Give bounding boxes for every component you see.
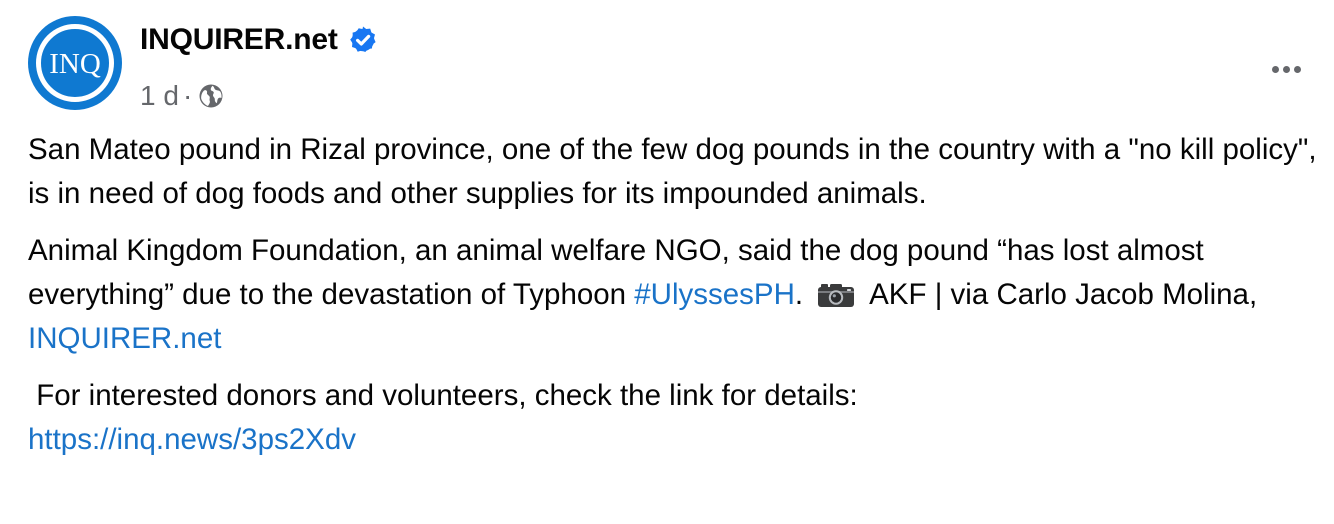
paragraph-2-period: . [794,278,804,311]
post-paragraph-2: Animal Kingdom Foundation, an animal wel… [28,229,1318,361]
post-paragraph-1: San Mateo pound in Rizal province, one o… [28,133,1317,210]
hashtag-link[interactable]: #UlyssesPH [634,278,795,311]
globe-icon[interactable] [198,83,224,109]
verified-badge-icon [348,25,378,55]
page-name[interactable]: INQUIRER.net [140,23,338,57]
more-options-button[interactable] [1266,54,1306,84]
meta-separator: · [182,80,193,111]
photo-credit-text: AKF | via Carlo Jacob Molina, [869,278,1258,311]
more-options-icon [1282,65,1290,73]
mention-link[interactable]: INQUIRER.net [28,322,221,355]
page-name-row: INQUIRER.net [140,22,378,58]
post-paragraph-3: For interested donors and volunteers, ch… [28,374,1318,462]
more-options-icon [1271,65,1279,73]
more-options-icon [1293,65,1301,73]
post-header: INQ INQUIRER.net 1 d · [28,16,1306,112]
post-meta: 1 d · [140,79,224,113]
camera-icon [817,277,855,307]
avatar-logo-text: INQ [49,47,101,80]
post-timestamp[interactable]: 1 d [140,80,179,112]
page-avatar[interactable]: INQ [28,16,122,110]
donation-link[interactable]: https://inq.news/3ps2Xdv [28,423,356,456]
post-body: San Mateo pound in Rizal province, one o… [28,128,1318,475]
paragraph-3-text: For interested donors and volunteers, ch… [28,379,858,412]
